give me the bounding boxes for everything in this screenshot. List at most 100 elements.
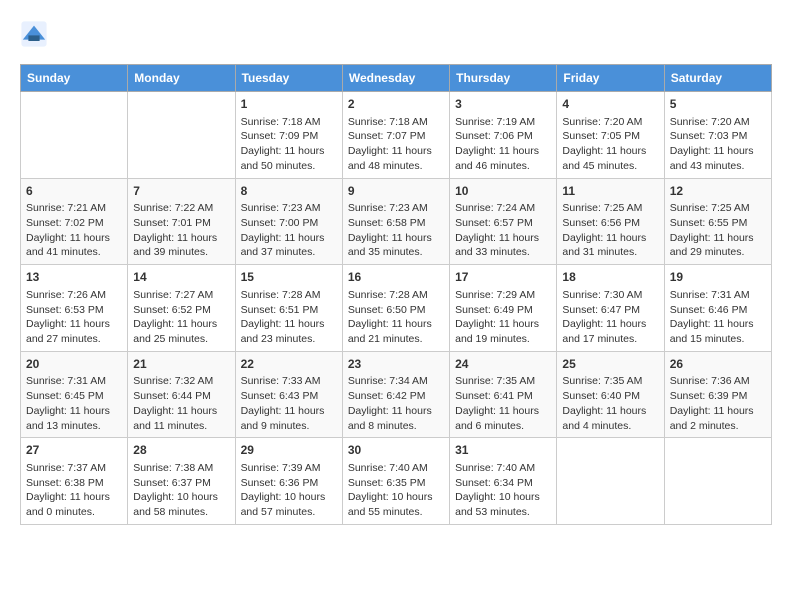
calendar-cell: 23Sunrise: 7:34 AM Sunset: 6:42 PM Dayli… [342, 351, 449, 438]
day-number: 4 [562, 96, 658, 113]
day-content: Sunrise: 7:32 AM Sunset: 6:44 PM Dayligh… [133, 374, 229, 433]
calendar-cell: 16Sunrise: 7:28 AM Sunset: 6:50 PM Dayli… [342, 265, 449, 352]
day-content: Sunrise: 7:31 AM Sunset: 6:45 PM Dayligh… [26, 374, 122, 433]
day-header-wednesday: Wednesday [342, 65, 449, 92]
calendar-cell: 20Sunrise: 7:31 AM Sunset: 6:45 PM Dayli… [21, 351, 128, 438]
calendar-cell [557, 438, 664, 525]
day-content: Sunrise: 7:25 AM Sunset: 6:56 PM Dayligh… [562, 201, 658, 260]
day-content: Sunrise: 7:20 AM Sunset: 7:05 PM Dayligh… [562, 115, 658, 174]
day-number: 10 [455, 183, 551, 200]
day-content: Sunrise: 7:19 AM Sunset: 7:06 PM Dayligh… [455, 115, 551, 174]
day-number: 30 [348, 442, 444, 459]
day-header-tuesday: Tuesday [235, 65, 342, 92]
day-header-monday: Monday [128, 65, 235, 92]
calendar-cell: 15Sunrise: 7:28 AM Sunset: 6:51 PM Dayli… [235, 265, 342, 352]
calendar-cell: 22Sunrise: 7:33 AM Sunset: 6:43 PM Dayli… [235, 351, 342, 438]
calendar-cell: 31 Sunrise: 7:40 AM Sunset: 6:34 PM Dayli… [450, 438, 557, 525]
day-content: Sunrise: 7:23 AM Sunset: 7:00 PM Dayligh… [241, 201, 337, 260]
day-number: 5 [670, 96, 766, 113]
day-number: 17 [455, 269, 551, 286]
day-header-sunday: Sunday [21, 65, 128, 92]
day-content: Sunrise: 7:22 AM Sunset: 7:01 PM Dayligh… [133, 201, 229, 260]
day-content: Sunrise: 7:35 AM Sunset: 6:40 PM Dayligh… [562, 374, 658, 433]
calendar-cell: 7Sunrise: 7:22 AM Sunset: 7:01 PM Daylig… [128, 178, 235, 265]
day-content: Sunrise: 7:40 AM Sunset: 6:34 PM Dayligh… [455, 461, 551, 520]
calendar-cell: 24Sunrise: 7:35 AM Sunset: 6:41 PM Dayli… [450, 351, 557, 438]
day-number: 1 [241, 96, 337, 113]
calendar-cell: 10Sunrise: 7:24 AM Sunset: 6:57 PM Dayli… [450, 178, 557, 265]
calendar-cell: 4 Sunrise: 7:20 AM Sunset: 7:05 PM Daylig… [557, 92, 664, 179]
day-content: Sunrise: 7:18 AM Sunset: 7:07 PM Dayligh… [348, 115, 444, 174]
day-number: 21 [133, 356, 229, 373]
calendar-cell: 28Sunrise: 7:38 AM Sunset: 6:37 PM Dayli… [128, 438, 235, 525]
day-content: Sunrise: 7:36 AM Sunset: 6:39 PM Dayligh… [670, 374, 766, 433]
calendar-cell: 2 Sunrise: 7:18 AM Sunset: 7:07 PM Daylig… [342, 92, 449, 179]
calendar-cell: 13 Sunrise: 7:26 AM Sunset: 6:53 PM Dayli… [21, 265, 128, 352]
day-number: 14 [133, 269, 229, 286]
day-content: Sunrise: 7:25 AM Sunset: 6:55 PM Dayligh… [670, 201, 766, 260]
day-number: 2 [348, 96, 444, 113]
day-header-thursday: Thursday [450, 65, 557, 92]
day-content: Sunrise: 7:20 AM Sunset: 7:03 PM Dayligh… [670, 115, 766, 174]
day-number: 11 [562, 183, 658, 200]
day-content: Sunrise: 7:40 AM Sunset: 6:35 PM Dayligh… [348, 461, 444, 520]
day-number: 27 [26, 442, 122, 459]
day-number: 29 [241, 442, 337, 459]
day-header-saturday: Saturday [664, 65, 771, 92]
calendar-cell [664, 438, 771, 525]
header-row: SundayMondayTuesdayWednesdayThursdayFrid… [21, 65, 772, 92]
day-number: 9 [348, 183, 444, 200]
logo [20, 20, 52, 48]
calendar-cell [128, 92, 235, 179]
day-content: Sunrise: 7:23 AM Sunset: 6:58 PM Dayligh… [348, 201, 444, 260]
day-number: 31 [455, 442, 551, 459]
week-row-2: 6Sunrise: 7:21 AM Sunset: 7:02 PM Daylig… [21, 178, 772, 265]
day-number: 6 [26, 183, 122, 200]
week-row-5: 27 Sunrise: 7:37 AM Sunset: 6:38 PM Dayli… [21, 438, 772, 525]
week-row-1: 1 Sunrise: 7:18 AM Sunset: 7:09 PM Daylig… [21, 92, 772, 179]
day-content: Sunrise: 7:21 AM Sunset: 7:02 PM Dayligh… [26, 201, 122, 260]
calendar-cell: 14 Sunrise: 7:27 AM Sunset: 6:52 PM Dayli… [128, 265, 235, 352]
week-row-4: 20Sunrise: 7:31 AM Sunset: 6:45 PM Dayli… [21, 351, 772, 438]
calendar-cell: 1 Sunrise: 7:18 AM Sunset: 7:09 PM Daylig… [235, 92, 342, 179]
day-number: 25 [562, 356, 658, 373]
calendar-cell: 6Sunrise: 7:21 AM Sunset: 7:02 PM Daylig… [21, 178, 128, 265]
day-content: Sunrise: 7:26 AM Sunset: 6:53 PM Dayligh… [26, 288, 122, 347]
day-number: 26 [670, 356, 766, 373]
day-number: 12 [670, 183, 766, 200]
day-number: 15 [241, 269, 337, 286]
day-content: Sunrise: 7:34 AM Sunset: 6:42 PM Dayligh… [348, 374, 444, 433]
page-header [20, 20, 772, 48]
day-number: 22 [241, 356, 337, 373]
day-number: 7 [133, 183, 229, 200]
calendar-cell: 12Sunrise: 7:25 AM Sunset: 6:55 PM Dayli… [664, 178, 771, 265]
calendar-table: SundayMondayTuesdayWednesdayThursdayFrid… [20, 64, 772, 525]
day-number: 13 [26, 269, 122, 286]
day-content: Sunrise: 7:35 AM Sunset: 6:41 PM Dayligh… [455, 374, 551, 433]
day-number: 18 [562, 269, 658, 286]
day-content: Sunrise: 7:30 AM Sunset: 6:47 PM Dayligh… [562, 288, 658, 347]
calendar-cell: 5 Sunrise: 7:20 AM Sunset: 7:03 PM Daylig… [664, 92, 771, 179]
calendar-cell: 17 Sunrise: 7:29 AM Sunset: 6:49 PM Dayli… [450, 265, 557, 352]
day-content: Sunrise: 7:18 AM Sunset: 7:09 PM Dayligh… [241, 115, 337, 174]
calendar-cell: 8Sunrise: 7:23 AM Sunset: 7:00 PM Daylig… [235, 178, 342, 265]
day-number: 28 [133, 442, 229, 459]
day-number: 16 [348, 269, 444, 286]
day-content: Sunrise: 7:27 AM Sunset: 6:52 PM Dayligh… [133, 288, 229, 347]
calendar-cell: 29 Sunrise: 7:39 AM Sunset: 6:36 PM Dayli… [235, 438, 342, 525]
day-number: 23 [348, 356, 444, 373]
day-content: Sunrise: 7:39 AM Sunset: 6:36 PM Dayligh… [241, 461, 337, 520]
day-number: 3 [455, 96, 551, 113]
day-content: Sunrise: 7:24 AM Sunset: 6:57 PM Dayligh… [455, 201, 551, 260]
day-content: Sunrise: 7:33 AM Sunset: 6:43 PM Dayligh… [241, 374, 337, 433]
calendar-cell: 26Sunrise: 7:36 AM Sunset: 6:39 PM Dayli… [664, 351, 771, 438]
calendar-cell [21, 92, 128, 179]
day-content: Sunrise: 7:29 AM Sunset: 6:49 PM Dayligh… [455, 288, 551, 347]
day-number: 19 [670, 269, 766, 286]
day-number: 24 [455, 356, 551, 373]
calendar-cell: 9Sunrise: 7:23 AM Sunset: 6:58 PM Daylig… [342, 178, 449, 265]
day-header-friday: Friday [557, 65, 664, 92]
week-row-3: 13 Sunrise: 7:26 AM Sunset: 6:53 PM Dayli… [21, 265, 772, 352]
calendar-cell: 19Sunrise: 7:31 AM Sunset: 6:46 PM Dayli… [664, 265, 771, 352]
day-content: Sunrise: 7:37 AM Sunset: 6:38 PM Dayligh… [26, 461, 122, 520]
